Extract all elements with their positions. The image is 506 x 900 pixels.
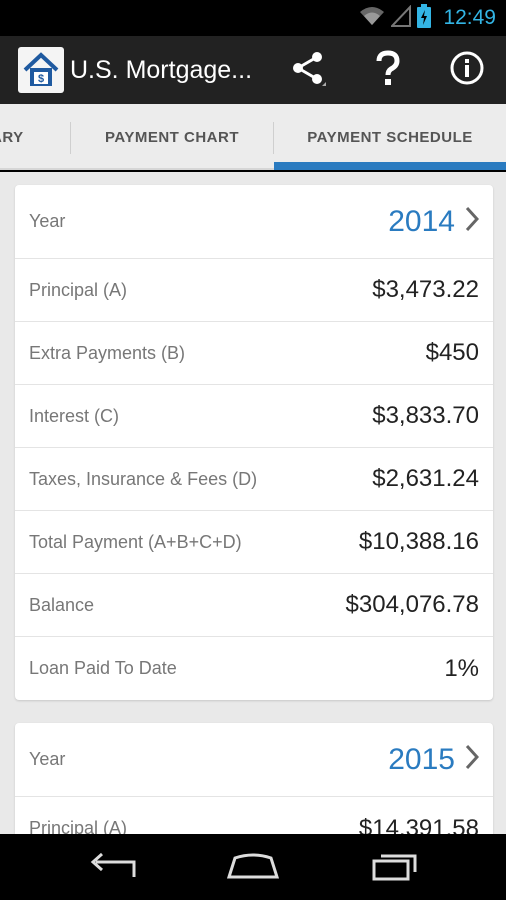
system-nav-bar — [0, 834, 506, 900]
share-icon — [290, 50, 326, 91]
year-value: 2014 — [388, 204, 455, 238]
house-calculator-icon[interactable]: $ — [18, 47, 64, 93]
recent-apps-button[interactable] — [350, 844, 440, 890]
row-value: $10,388.16 — [358, 528, 479, 555]
share-button[interactable] — [273, 36, 343, 104]
year-card: Year 2014 Principal (A) $3,473.22 Extra … — [15, 185, 493, 700]
schedule-list[interactable]: Year 2014 Principal (A) $3,473.22 Extra … — [0, 172, 506, 834]
app-title: U.S. Mortgage... — [70, 55, 253, 84]
year-label: Year — [29, 749, 66, 769]
schedule-row-taxes-fees: Taxes, Insurance & Fees (D) $2,631.24 — [15, 448, 493, 511]
home-icon — [225, 850, 281, 885]
wifi-icon — [359, 5, 385, 32]
row-label: Balance — [29, 594, 95, 615]
selected-tab-indicator — [274, 162, 506, 170]
row-value: $450 — [425, 339, 479, 366]
schedule-row-loan-paid: Loan Paid To Date 1% — [15, 637, 493, 700]
back-button[interactable] — [68, 844, 158, 890]
schedule-row-principal: Principal (A) $3,473.22 — [15, 259, 493, 322]
tab-summary[interactable]: IARY — [0, 104, 70, 170]
recent-apps-icon — [370, 849, 420, 886]
chevron-right-icon — [465, 744, 480, 775]
row-value: 1% — [444, 654, 479, 682]
year-card: Year 2015 Principal (A) $14,391.58 — [15, 723, 493, 834]
row-label: Loan Paid To Date — [29, 658, 177, 678]
row-label: Interest (C) — [29, 405, 120, 426]
schedule-row-balance: Balance $304,076.78 — [15, 574, 493, 637]
row-label: Total Payment (A+B+C+D) — [29, 531, 242, 552]
action-bar: $ U.S. Mortgage... — [0, 36, 506, 104]
year-row[interactable]: Year 2015 — [15, 723, 493, 797]
info-button[interactable] — [432, 36, 502, 104]
year-value: 2015 — [388, 742, 455, 776]
help-button[interactable] — [353, 36, 423, 104]
status-bar: 12:49 — [0, 0, 506, 36]
svg-text:$: $ — [38, 73, 44, 85]
signal-icon — [390, 3, 412, 32]
schedule-row-total-payment: Total Payment (A+B+C+D) $10,388.16 — [15, 511, 493, 574]
tab-bar: IARY PAYMENT CHART PAYMENT SCHEDULE — [0, 104, 506, 170]
year-row[interactable]: Year 2014 — [15, 185, 493, 259]
row-value: $304,076.78 — [345, 591, 479, 618]
info-icon — [450, 51, 484, 90]
schedule-row-principal: Principal (A) $14,391.58 — [15, 797, 493, 835]
status-clock: 12:49 — [443, 6, 496, 29]
home-button[interactable] — [208, 844, 298, 890]
help-icon — [373, 49, 403, 91]
row-label: Taxes, Insurance & Fees (D) — [29, 468, 258, 489]
schedule-row-interest: Interest (C) $3,833.70 — [15, 385, 493, 448]
battery-charging-icon — [417, 3, 432, 33]
row-value: $2,631.24 — [372, 465, 479, 492]
tab-payment-schedule[interactable]: PAYMENT SCHEDULE — [274, 104, 506, 170]
back-icon — [88, 850, 138, 885]
row-value: $3,833.70 — [372, 402, 479, 429]
row-label: Principal (A) — [29, 279, 128, 300]
schedule-row-extra-payments: Extra Payments (B) $450 — [15, 322, 493, 385]
row-value: $14,391.58 — [358, 814, 479, 835]
row-label: Principal (A) — [29, 818, 128, 834]
chevron-right-icon — [465, 206, 480, 237]
tab-payment-chart[interactable]: PAYMENT CHART — [71, 104, 273, 170]
row-value: $3,473.22 — [372, 276, 479, 303]
year-label: Year — [29, 211, 66, 231]
row-label: Extra Payments (B) — [29, 342, 186, 363]
